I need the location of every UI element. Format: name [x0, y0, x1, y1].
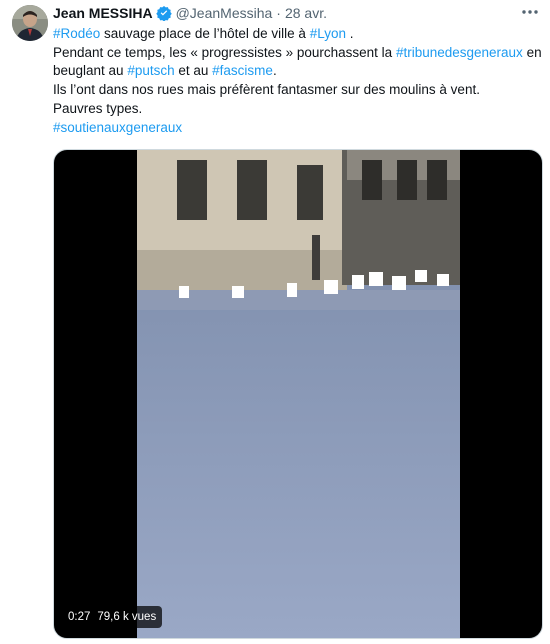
hashtag-tribunedesgeneraux[interactable]: #tribunedesgeneraux [396, 45, 523, 60]
tweet-line-2: Pendant ce temps, les « progressistes » … [53, 44, 543, 63]
tweet-header: Jean MESSIHA @JeanMessiha · 28 avr. [53, 4, 327, 22]
text-segment: beuglant au [53, 63, 128, 79]
text-segment: sauvage place de l’hôtel de ville à [100, 26, 310, 41]
hashtag-lyon[interactable]: #Lyon [310, 26, 346, 41]
text-segment: en [522, 44, 542, 60]
tweet-line-4: Ils l’ont dans nos rues mais préfèrent f… [53, 82, 480, 98]
separator-dot: · [276, 5, 281, 21]
hashtag-soutienauxgeneraux[interactable]: #soutienauxgeneraux [53, 120, 182, 135]
tweet-line-1: #Rodéo sauvage place de l’hôtel de ville… [53, 25, 543, 44]
tweet-line-5: Pauvres types. [53, 100, 143, 116]
tweet: Jean MESSIHA @JeanMessiha · 28 avr. #Rod… [0, 0, 550, 644]
hashtag-rodeo[interactable]: #Rodéo [53, 26, 100, 41]
video-player[interactable]: 0:27 79,6 k vues [53, 149, 543, 639]
text-segment: . [345, 26, 354, 41]
tweet-text: #Rodéo sauvage place de l’hôtel de ville… [53, 25, 543, 137]
tweet-line-3: beuglant au #putsch et au #fascisme. [53, 62, 543, 81]
tweet-line-6: #soutienauxgeneraux [53, 119, 543, 138]
avatar[interactable] [12, 5, 48, 41]
text-segment: Pendant ce temps, les « progressistes » … [53, 44, 396, 60]
more-options-icon[interactable] [518, 3, 542, 21]
tweet-date[interactable]: 28 avr. [285, 5, 327, 21]
hashtag-fascisme[interactable]: #fascisme [212, 63, 273, 78]
hashtag-putsch[interactable]: #putsch [127, 63, 174, 78]
video-frame[interactable] [137, 150, 460, 638]
video-info-badge: 0:27 79,6 k vues [62, 606, 163, 628]
verified-badge-icon [155, 5, 172, 21]
video-views: 79,6 k vues [97, 611, 157, 623]
video-duration: 0:27 [68, 611, 91, 623]
text-segment: et au [174, 63, 213, 79]
author-handle[interactable]: @JeanMessiha [176, 5, 273, 21]
author-name[interactable]: Jean MESSIHA [53, 5, 153, 21]
text-segment: . [272, 63, 277, 79]
